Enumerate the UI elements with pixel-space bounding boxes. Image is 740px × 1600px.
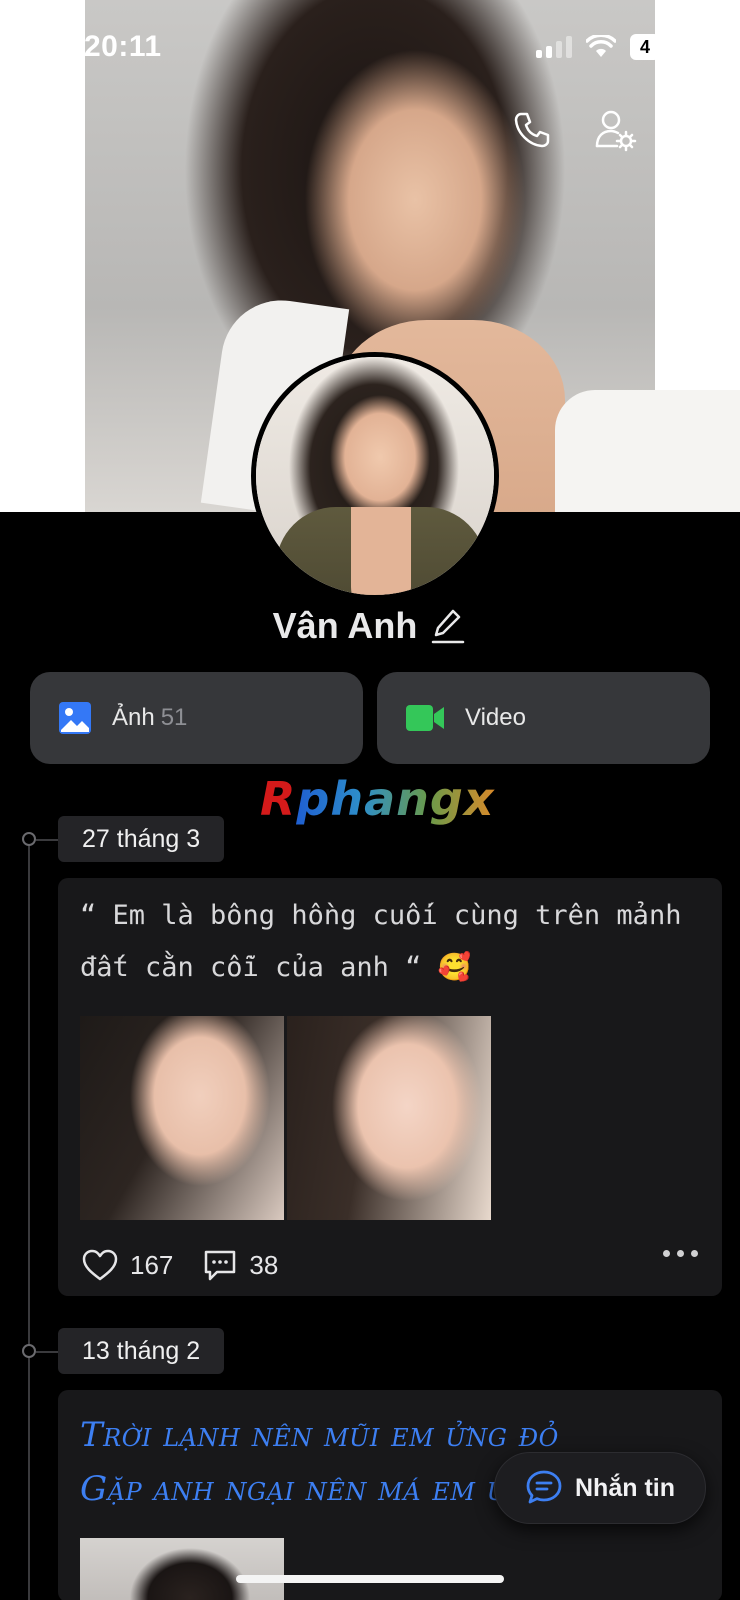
post-photo[interactable] — [80, 1538, 284, 1600]
avatar-image — [256, 357, 494, 595]
timeline-line — [28, 838, 30, 1600]
message-icon — [526, 1470, 562, 1504]
profile-name-row: Vân Anh — [0, 600, 740, 652]
more-options-button[interactable] — [670, 100, 730, 160]
back-icon — [33, 112, 51, 148]
comment-count: 38 — [249, 1249, 279, 1280]
message-button[interactable]: Nhắn tin — [494, 1452, 706, 1524]
timeline-tick — [36, 1351, 58, 1353]
timeline-dot — [22, 1344, 36, 1358]
video-camera-icon — [406, 705, 444, 731]
user-settings-icon — [595, 110, 637, 152]
wifi-icon — [586, 35, 616, 57]
edit-icon — [432, 609, 465, 644]
post-photo[interactable] — [80, 1016, 284, 1220]
comment-icon — [205, 1250, 236, 1281]
home-indicator[interactable] — [236, 1575, 504, 1583]
status-icons: 4 — [536, 34, 660, 60]
avatar[interactable] — [251, 352, 499, 600]
post-date: 13 tháng 2 — [58, 1328, 225, 1374]
photos-count: 51 — [160, 704, 188, 731]
watermark: Rphangx — [260, 772, 495, 826]
video-button[interactable]: Video — [377, 672, 710, 764]
post-text: “ Em là bông hồng cuối cùng trên mảnh đấ… — [80, 900, 682, 983]
status-time: 20:11 — [84, 30, 162, 63]
photos-button[interactable]: Ảnh 51 — [30, 672, 363, 764]
heart-icon — [82, 1249, 118, 1281]
battery-icon: 4 — [630, 34, 660, 60]
signal-icon — [536, 36, 572, 58]
post-more-button[interactable] — [663, 1250, 698, 1257]
post-photo[interactable] — [287, 1016, 491, 1220]
profile-name: Vân Anh — [272, 605, 418, 646]
status-bar: 20:11 4 — [0, 0, 740, 90]
timeline-dot — [22, 832, 36, 846]
timeline-tick — [36, 839, 58, 841]
more-icon — [676, 122, 724, 138]
post-card[interactable]: “ Em là bông hồng cuối cùng trên mảnh đấ… — [58, 878, 722, 1296]
image-icon — [59, 702, 91, 734]
profile-settings-button[interactable] — [585, 100, 645, 160]
top-nav — [0, 100, 740, 160]
post-photos — [58, 1516, 722, 1600]
phone-icon — [514, 112, 550, 148]
call-button[interactable] — [502, 100, 562, 160]
video-label: Video — [465, 704, 526, 731]
back-button[interactable] — [12, 100, 72, 160]
post-photos — [58, 994, 722, 1220]
like-count: 167 — [130, 1249, 174, 1280]
media-buttons: Ảnh 51 Video — [30, 672, 710, 764]
edit-name-button[interactable] — [431, 606, 467, 646]
post-actions: 167 38 — [58, 1220, 722, 1310]
post-date: 27 tháng 3 — [58, 816, 225, 862]
message-button-label: Nhắn tin — [575, 1473, 675, 1502]
like-button[interactable]: 167 — [82, 1249, 173, 1281]
photos-label: Ảnh — [112, 704, 155, 731]
comment-button[interactable]: 38 — [203, 1248, 278, 1282]
